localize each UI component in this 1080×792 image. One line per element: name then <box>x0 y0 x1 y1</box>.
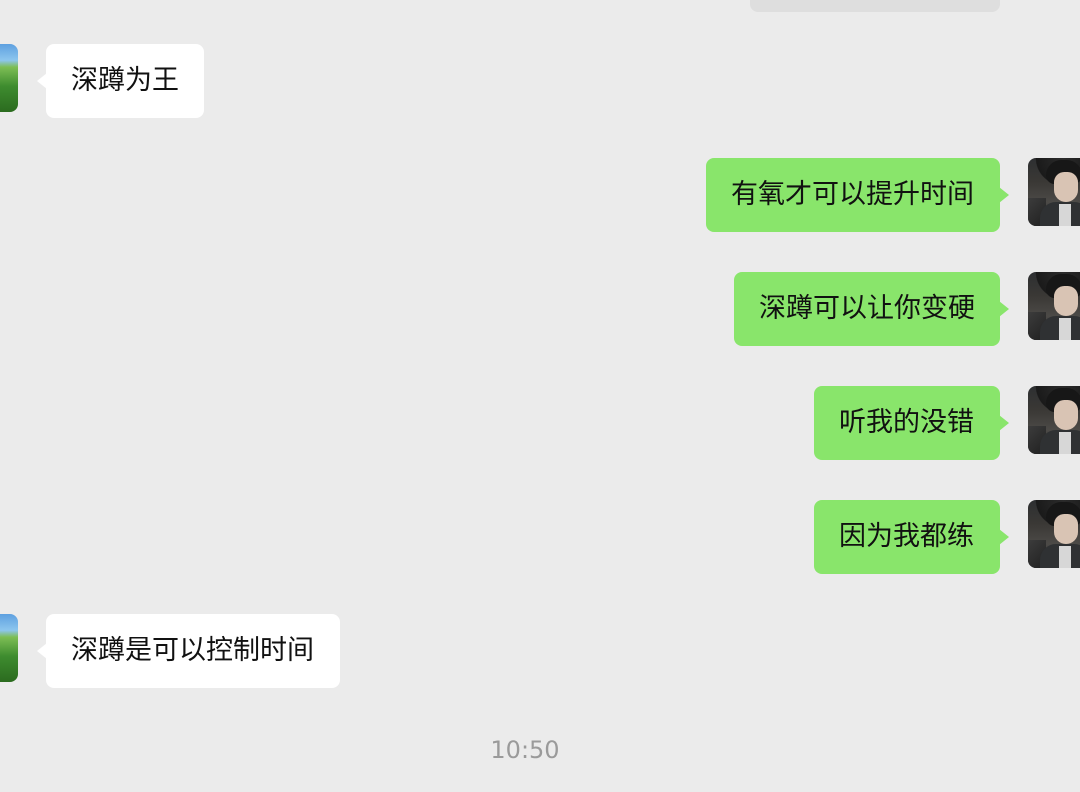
avatar-shirt-detail <box>1059 432 1071 454</box>
avatar-face-detail <box>1054 514 1078 544</box>
outgoing-message-bubble[interactable]: 有氧才可以提升时间 <box>706 158 1009 232</box>
message-text: 有氧才可以提升时间 <box>731 179 974 210</box>
incoming-message-bubble[interactable]: 深蹲为王 <box>37 44 204 118</box>
message-text: 因为我都练 <box>839 521 974 552</box>
portrait-avatar-icon[interactable] <box>1028 500 1080 568</box>
portrait-avatar-icon[interactable] <box>1028 272 1080 340</box>
incoming-message-bubble[interactable]: 深蹲是可以控制时间 <box>37 614 340 688</box>
avatar-shirt-detail <box>1059 204 1071 226</box>
portrait-avatar-icon[interactable] <box>1028 386 1080 454</box>
chat-window: 深蹲为王 有氧才可以提升时间 深蹲可以让你变硬 听我的没错 因为我都练 深蹲是可… <box>0 0 1080 792</box>
avatar-face-detail <box>1054 400 1078 430</box>
avatar-shirt-detail <box>1059 546 1071 568</box>
message-text: 深蹲为王 <box>71 65 179 96</box>
outgoing-message-bubble[interactable]: 听我的没错 <box>814 386 1009 460</box>
message-timestamp: 10:50 <box>490 736 560 764</box>
avatar-face-detail <box>1054 286 1078 316</box>
message-text: 深蹲是可以控制时间 <box>71 635 314 666</box>
landscape-avatar-icon[interactable] <box>0 614 18 682</box>
message-text: 听我的没错 <box>839 407 974 438</box>
message-text: 深蹲可以让你变硬 <box>759 293 975 324</box>
outgoing-message-bubble[interactable]: 因为我都练 <box>814 500 1009 574</box>
portrait-avatar-icon[interactable] <box>1028 158 1080 226</box>
avatar-shirt-detail <box>1059 318 1071 340</box>
landscape-avatar-icon[interactable] <box>0 44 18 112</box>
outgoing-message-bubble[interactable]: 深蹲可以让你变硬 <box>734 272 1009 346</box>
avatar-face-detail <box>1054 172 1078 202</box>
previous-message-bubble-edge <box>750 0 1000 12</box>
